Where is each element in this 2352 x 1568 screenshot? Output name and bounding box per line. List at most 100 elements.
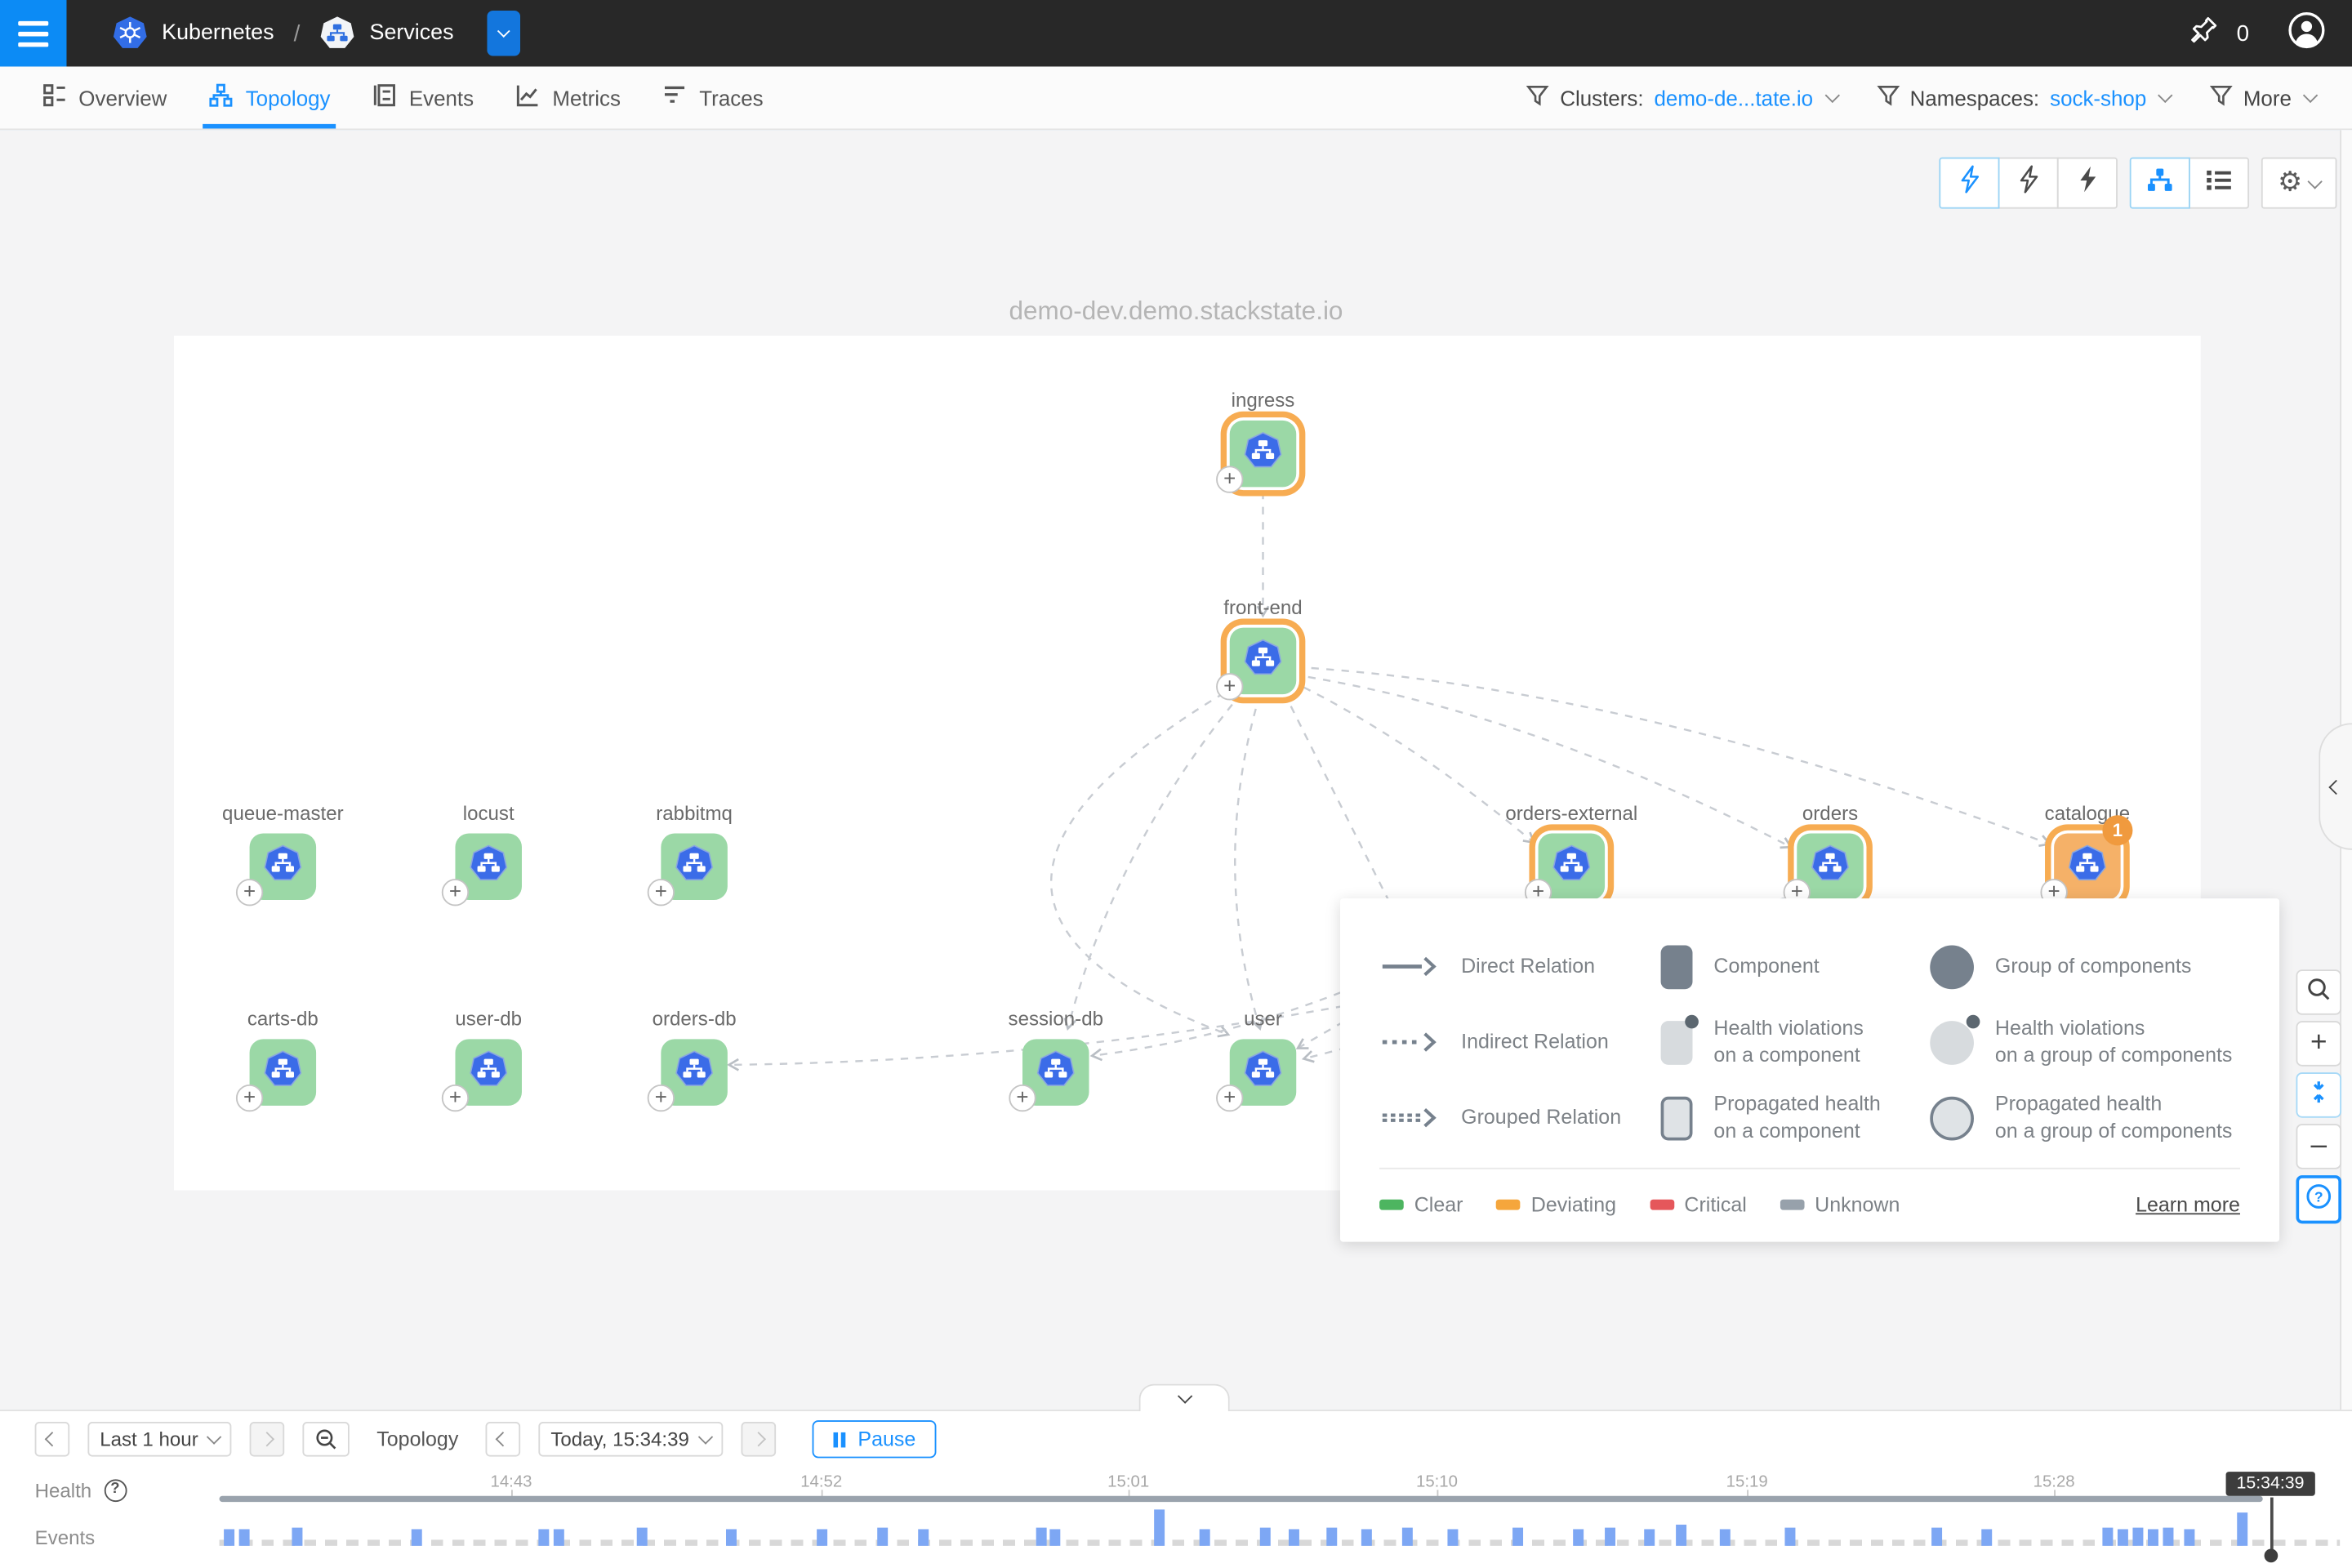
event-bar[interactable] bbox=[538, 1529, 549, 1545]
event-bar[interactable] bbox=[239, 1529, 250, 1545]
search-button[interactable] bbox=[2296, 969, 2341, 1015]
event-bar[interactable] bbox=[1981, 1529, 1992, 1545]
expand-right-panel-button[interactable] bbox=[2319, 723, 2352, 850]
event-bar[interactable] bbox=[918, 1529, 929, 1545]
expand-node-button[interactable]: + bbox=[1009, 1085, 1036, 1111]
bolt-outline-dark-button[interactable] bbox=[1998, 158, 2059, 209]
breadcrumb-view[interactable]: Services bbox=[370, 21, 454, 46]
user-avatar[interactable] bbox=[2286, 8, 2328, 58]
time-forward-button[interactable] bbox=[741, 1422, 776, 1457]
event-bar[interactable] bbox=[817, 1529, 827, 1545]
fit-to-screen-button[interactable] bbox=[2296, 1072, 2341, 1118]
expand-node-button[interactable]: + bbox=[1216, 466, 1243, 492]
help-icon[interactable]: ? bbox=[104, 1479, 127, 1502]
list-view-button[interactable] bbox=[2189, 158, 2249, 209]
event-bar[interactable] bbox=[224, 1529, 234, 1545]
kubernetes-service-icon bbox=[675, 1049, 714, 1095]
expand-node-button[interactable]: + bbox=[236, 1085, 263, 1111]
bolt-outline-button[interactable] bbox=[1939, 158, 1999, 209]
expand-node-button[interactable]: + bbox=[1216, 1085, 1243, 1111]
event-bar[interactable] bbox=[1447, 1529, 1458, 1545]
hamburger-menu-button[interactable] bbox=[0, 0, 66, 66]
violation-count-badge[interactable]: 1 bbox=[2102, 815, 2132, 845]
event-bar[interactable] bbox=[1326, 1528, 1337, 1546]
event-bar[interactable] bbox=[1402, 1528, 1413, 1546]
range-select[interactable]: Last 1 hour bbox=[87, 1422, 231, 1457]
event-bar[interactable] bbox=[1260, 1528, 1271, 1546]
event-bar[interactable] bbox=[1931, 1528, 1942, 1546]
event-bar[interactable] bbox=[1200, 1529, 1210, 1545]
clusters-filter[interactable]: Clusters: demo-de...tate.io bbox=[1526, 84, 1837, 111]
event-bar[interactable] bbox=[1644, 1529, 1655, 1545]
expand-node-button[interactable]: + bbox=[442, 879, 469, 906]
event-bar[interactable] bbox=[1784, 1528, 1795, 1546]
tab-traces[interactable]: Traces bbox=[642, 66, 785, 128]
tab-metrics[interactable]: Metrics bbox=[495, 66, 642, 128]
topology-view-button[interactable] bbox=[2130, 158, 2190, 209]
time-select[interactable]: Today, 15:34:39 bbox=[539, 1422, 723, 1457]
event-bar[interactable] bbox=[2237, 1512, 2247, 1546]
expand-node-button[interactable]: + bbox=[1216, 673, 1243, 700]
event-bar[interactable] bbox=[1720, 1529, 1731, 1545]
filter-icon bbox=[1877, 84, 1900, 111]
bolt-filled-button[interactable] bbox=[2057, 158, 2118, 209]
chevron-down-icon bbox=[2303, 88, 2318, 103]
settings-gear-button[interactable]: ⚙ bbox=[2261, 158, 2337, 209]
range-back-button[interactable] bbox=[35, 1422, 70, 1457]
tab-events[interactable]: Events bbox=[351, 66, 495, 128]
event-bar[interactable] bbox=[1036, 1528, 1047, 1546]
event-bar[interactable] bbox=[412, 1529, 422, 1545]
event-bar[interactable] bbox=[726, 1529, 737, 1545]
time-back-button[interactable] bbox=[486, 1422, 521, 1457]
collapse-timeline-button[interactable] bbox=[1139, 1384, 1230, 1411]
current-time-dot[interactable] bbox=[2265, 1549, 2278, 1563]
current-time-badge[interactable]: 15:34:39 bbox=[2226, 1472, 2315, 1496]
save-view-as-button[interactable]: Save view as... bbox=[487, 11, 520, 56]
event-bar[interactable] bbox=[637, 1528, 648, 1546]
event-bar[interactable] bbox=[2163, 1528, 2173, 1546]
expand-node-button[interactable]: + bbox=[236, 879, 263, 906]
namespaces-filter-value[interactable]: sock-shop bbox=[2050, 86, 2146, 110]
breadcrumb-app[interactable]: Kubernetes bbox=[162, 21, 274, 46]
save-view-caret[interactable] bbox=[487, 11, 520, 56]
event-bar[interactable] bbox=[1573, 1529, 1584, 1545]
event-bar[interactable] bbox=[1361, 1529, 1372, 1545]
range-label: Last 1 hour bbox=[100, 1428, 198, 1450]
event-bar[interactable] bbox=[2184, 1529, 2194, 1545]
zoom-in-button[interactable]: + bbox=[2296, 1021, 2341, 1067]
event-bar[interactable] bbox=[2132, 1528, 2143, 1546]
event-bar[interactable] bbox=[2148, 1529, 2158, 1545]
event-bar[interactable] bbox=[2118, 1529, 2128, 1545]
expand-node-button[interactable]: + bbox=[442, 1085, 469, 1111]
event-bar[interactable] bbox=[292, 1528, 302, 1546]
expand-node-button[interactable]: + bbox=[648, 1085, 675, 1111]
filter-icon bbox=[1526, 84, 1549, 111]
help-icon: ? bbox=[2305, 1182, 2332, 1217]
time-tick-label: 15:28 bbox=[2034, 1473, 2075, 1491]
pin-icon[interactable] bbox=[2188, 13, 2221, 54]
event-bar[interactable] bbox=[1289, 1529, 1299, 1545]
event-bar[interactable] bbox=[1049, 1529, 1060, 1545]
zoom-out-button[interactable]: – bbox=[2296, 1124, 2341, 1169]
health-timeline-bar[interactable] bbox=[220, 1496, 2263, 1502]
range-forward-button[interactable] bbox=[250, 1422, 285, 1457]
timeline-zoom-out-button[interactable] bbox=[303, 1422, 350, 1457]
tab-overview[interactable]: Overview bbox=[21, 66, 188, 128]
namespaces-filter[interactable]: Namespaces: sock-shop bbox=[1877, 84, 2171, 111]
tab-topology[interactable]: Topology bbox=[188, 66, 351, 128]
event-bar[interactable] bbox=[2102, 1528, 2113, 1546]
help-button[interactable]: ? bbox=[2296, 1175, 2341, 1223]
grouped-relation-arrow-icon bbox=[1379, 1107, 1440, 1129]
event-bar[interactable] bbox=[1154, 1509, 1165, 1545]
expand-node-button[interactable]: + bbox=[648, 879, 675, 906]
event-bar[interactable] bbox=[1512, 1528, 1523, 1546]
event-bar[interactable] bbox=[1605, 1528, 1615, 1546]
more-filters[interactable]: More bbox=[2210, 84, 2315, 111]
time-tick-label: 15:01 bbox=[1107, 1473, 1149, 1491]
event-bar[interactable] bbox=[877, 1528, 888, 1546]
clusters-filter-value[interactable]: demo-de...tate.io bbox=[1654, 86, 1813, 110]
event-bar[interactable] bbox=[554, 1529, 564, 1545]
learn-more-link[interactable]: Learn more bbox=[2136, 1193, 2240, 1216]
event-bar[interactable] bbox=[1676, 1525, 1686, 1546]
pause-button[interactable]: Pause bbox=[812, 1420, 937, 1458]
